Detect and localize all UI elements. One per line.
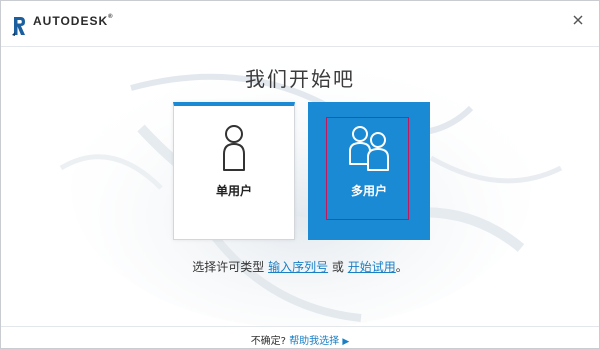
single-user-label: 单用户 (215, 184, 252, 198)
or-text: 或 (331, 260, 344, 274)
page-title: 我们开始吧 (245, 67, 355, 91)
brand-name: AUTODESK® (33, 14, 114, 28)
title-bar: AUTODESK® (1, 1, 599, 47)
multi-user-card[interactable]: 多用户 (308, 102, 430, 240)
license-dialog: AUTODESK® 我们开始吧 单用户 多用户 选择许可类型 输入序列号 或 开… (0, 0, 600, 349)
revit-logo-icon (11, 15, 27, 37)
footer-question: 不确定? (250, 336, 286, 347)
choose-prefix: 选择许可类型 (192, 260, 265, 274)
enter-serial-link[interactable]: 输入序列号 (268, 260, 328, 274)
license-choice-text: 选择许可类型 输入序列号 或 开始试用。 (1, 258, 599, 275)
single-user-icon (174, 124, 294, 172)
single-user-card[interactable]: 单用户 (173, 102, 295, 240)
multi-user-icon (308, 124, 430, 172)
close-icon[interactable] (571, 13, 585, 27)
start-trial-link[interactable]: 开始试用 (348, 260, 396, 274)
footer-bar: 不确定? 帮助我选择 ▶ (1, 326, 599, 348)
multi-user-label: 多用户 (350, 184, 387, 198)
play-arrow-icon[interactable]: ▶ (342, 337, 349, 347)
choose-suffix: 。 (395, 260, 408, 274)
footer-help: 不确定? 帮助我选择 ▶ (1, 332, 599, 347)
help-me-choose-link[interactable]: 帮助我选择 (289, 336, 339, 347)
